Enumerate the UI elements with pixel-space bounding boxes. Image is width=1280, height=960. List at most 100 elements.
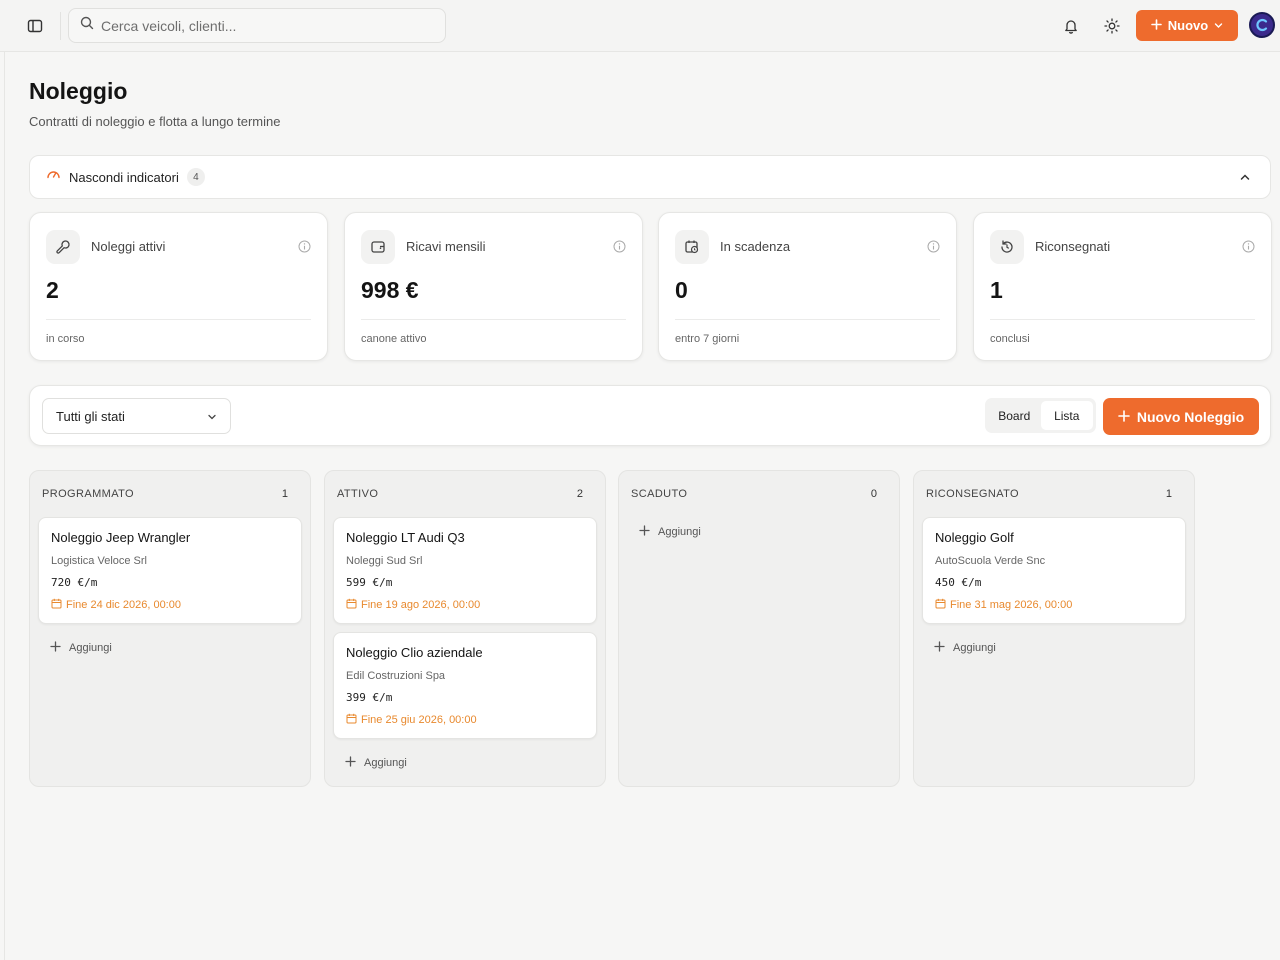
card-end-date-text: Fine 31 mag 2026, 00:00 xyxy=(950,599,1073,611)
rental-card[interactable]: Noleggio LT Audi Q3 Noleggi Sud Srl 599 … xyxy=(333,517,597,624)
card-price: 450 €/m xyxy=(935,576,982,589)
new-button-label: Nuovo xyxy=(1167,18,1209,33)
filter-toolbar: Tutti gli stati Board Lista Nuovo Nolegg… xyxy=(29,385,1271,446)
add-card-button[interactable]: Aggiungi xyxy=(934,641,996,655)
view-board-tab[interactable]: Board xyxy=(988,401,1041,430)
card-client: Logistica Veloce Srl xyxy=(51,555,147,567)
column-count: 0 xyxy=(870,488,877,500)
add-card-button[interactable]: Aggiungi xyxy=(639,525,701,539)
view-list-tab[interactable]: Lista xyxy=(1040,401,1093,430)
search-box[interactable] xyxy=(68,8,446,43)
board-column-returned: RICONSEGNATO 1 Noleggio Golf AutoScuola … xyxy=(913,470,1195,787)
card-end-date-text: Fine 25 giu 2026, 00:00 xyxy=(361,714,477,726)
add-card-button[interactable]: Aggiungi xyxy=(345,756,407,770)
kpi-card-active-rentals: Noleggi attivi 2 in corso xyxy=(29,212,328,361)
kpi-card-monthly-revenue: Ricavi mensili 998 € canone attivo xyxy=(344,212,643,361)
column-count: 1 xyxy=(1165,488,1172,500)
kpi-value: 2 xyxy=(46,277,59,303)
main-panel-edge xyxy=(4,52,5,960)
column-title: RICONSEGNATO xyxy=(926,488,1020,500)
gauge-icon xyxy=(46,167,61,187)
column-title: ATTIVO xyxy=(337,488,379,500)
board-column-scheduled: PROGRAMMATO 1 Noleggio Jeep Wrangler Log… xyxy=(29,470,311,787)
wallet-icon xyxy=(361,230,395,264)
kpi-value: 1 xyxy=(990,277,1003,303)
indicators-toggle-label: Nascondi indicatori xyxy=(69,169,179,185)
column-count: 1 xyxy=(281,488,288,500)
status-filter-value: Tutti gli stati xyxy=(56,408,125,424)
kpi-title: In scadenza xyxy=(720,239,791,254)
card-end-date: Fine 19 ago 2026, 00:00 xyxy=(346,598,480,612)
status-filter-select[interactable]: Tutti gli stati xyxy=(42,398,231,434)
kpi-card-expiring: In scadenza 0 entro 7 giorni xyxy=(658,212,957,361)
calendar-icon xyxy=(346,713,357,727)
plus-icon xyxy=(639,525,650,539)
plus-icon xyxy=(1118,409,1130,425)
search-icon xyxy=(80,16,94,35)
card-title: Noleggio Clio aziendale xyxy=(346,645,483,660)
card-title: Noleggio Golf xyxy=(935,530,1014,545)
divider xyxy=(361,319,626,320)
card-end-date: Fine 24 dic 2026, 00:00 xyxy=(51,598,181,612)
divider xyxy=(675,319,940,320)
add-card-label: Aggiungi xyxy=(953,642,996,654)
divider xyxy=(990,319,1255,320)
add-card-button[interactable]: Aggiungi xyxy=(50,641,112,655)
rental-card[interactable]: Noleggio Golf AutoScuola Verde Snc 450 €… xyxy=(922,517,1186,624)
info-icon[interactable] xyxy=(1242,240,1255,253)
avatar[interactable] xyxy=(1249,12,1275,38)
card-title: Noleggio LT Audi Q3 xyxy=(346,530,465,545)
kpi-value: 0 xyxy=(675,277,688,303)
new-button[interactable]: Nuovo xyxy=(1136,10,1238,41)
calendar-icon xyxy=(346,598,357,612)
wrench-icon xyxy=(46,230,80,264)
kpi-footer: canone attivo xyxy=(361,333,427,345)
card-price: 720 €/m xyxy=(51,576,98,589)
new-rental-button[interactable]: Nuovo Noleggio xyxy=(1103,398,1259,435)
kpi-footer: conclusi xyxy=(990,333,1030,345)
bell-icon[interactable] xyxy=(1060,15,1082,37)
info-icon[interactable] xyxy=(927,240,940,253)
plus-icon xyxy=(934,641,945,655)
kpi-value: 998 € xyxy=(361,277,419,303)
new-rental-button-label: Nuovo Noleggio xyxy=(1136,408,1245,425)
sun-icon[interactable] xyxy=(1101,15,1123,37)
kpi-title: Riconsegnati xyxy=(1035,239,1111,254)
card-client: Noleggi Sud Srl xyxy=(346,555,423,567)
divider xyxy=(60,12,61,40)
add-card-label: Aggiungi xyxy=(658,526,701,538)
card-client: AutoScuola Verde Snc xyxy=(935,555,1046,567)
kpi-title: Ricavi mensili xyxy=(406,239,486,254)
rental-card[interactable]: Noleggio Clio aziendale Edil Costruzioni… xyxy=(333,632,597,739)
chevron-down-icon xyxy=(206,411,218,423)
column-title: SCADUTO xyxy=(631,488,688,500)
top-bar: Nuovo xyxy=(0,0,1280,52)
page-subtitle: Contratti di noleggio e flotta a lungo t… xyxy=(29,114,281,129)
plus-icon xyxy=(50,641,61,655)
indicators-toggle[interactable]: Nascondi indicatori 4 xyxy=(29,155,1271,199)
rental-card[interactable]: Noleggio Jeep Wrangler Logistica Veloce … xyxy=(38,517,302,624)
add-card-label: Aggiungi xyxy=(69,642,112,654)
add-card-label: Aggiungi xyxy=(364,757,407,769)
card-end-date: Fine 31 mag 2026, 00:00 xyxy=(935,598,1072,612)
sidebar-toggle-icon[interactable] xyxy=(24,15,46,37)
view-toggle: Board Lista xyxy=(985,398,1096,433)
card-price: 599 €/m xyxy=(346,576,393,589)
calendar-clock-icon xyxy=(675,230,709,264)
column-title: PROGRAMMATO xyxy=(42,488,134,500)
chevron-up-icon[interactable] xyxy=(1238,170,1252,184)
card-client: Edil Costruzioni Spa xyxy=(346,670,446,682)
search-input[interactable] xyxy=(101,17,421,34)
card-title: Noleggio Jeep Wrangler xyxy=(51,530,191,545)
plus-icon xyxy=(1150,18,1162,33)
rotate-icon xyxy=(990,230,1024,264)
info-icon[interactable] xyxy=(298,240,311,253)
kpi-footer: entro 7 giorni xyxy=(675,333,740,345)
card-end-date-text: Fine 24 dic 2026, 00:00 xyxy=(66,599,181,611)
column-count: 2 xyxy=(576,488,583,500)
indicators-count-badge: 4 xyxy=(186,168,205,186)
chevron-down-icon xyxy=(1214,18,1223,33)
info-icon[interactable] xyxy=(613,240,626,253)
card-end-date-text: Fine 19 ago 2026, 00:00 xyxy=(361,599,481,611)
card-price: 399 €/m xyxy=(346,691,393,704)
